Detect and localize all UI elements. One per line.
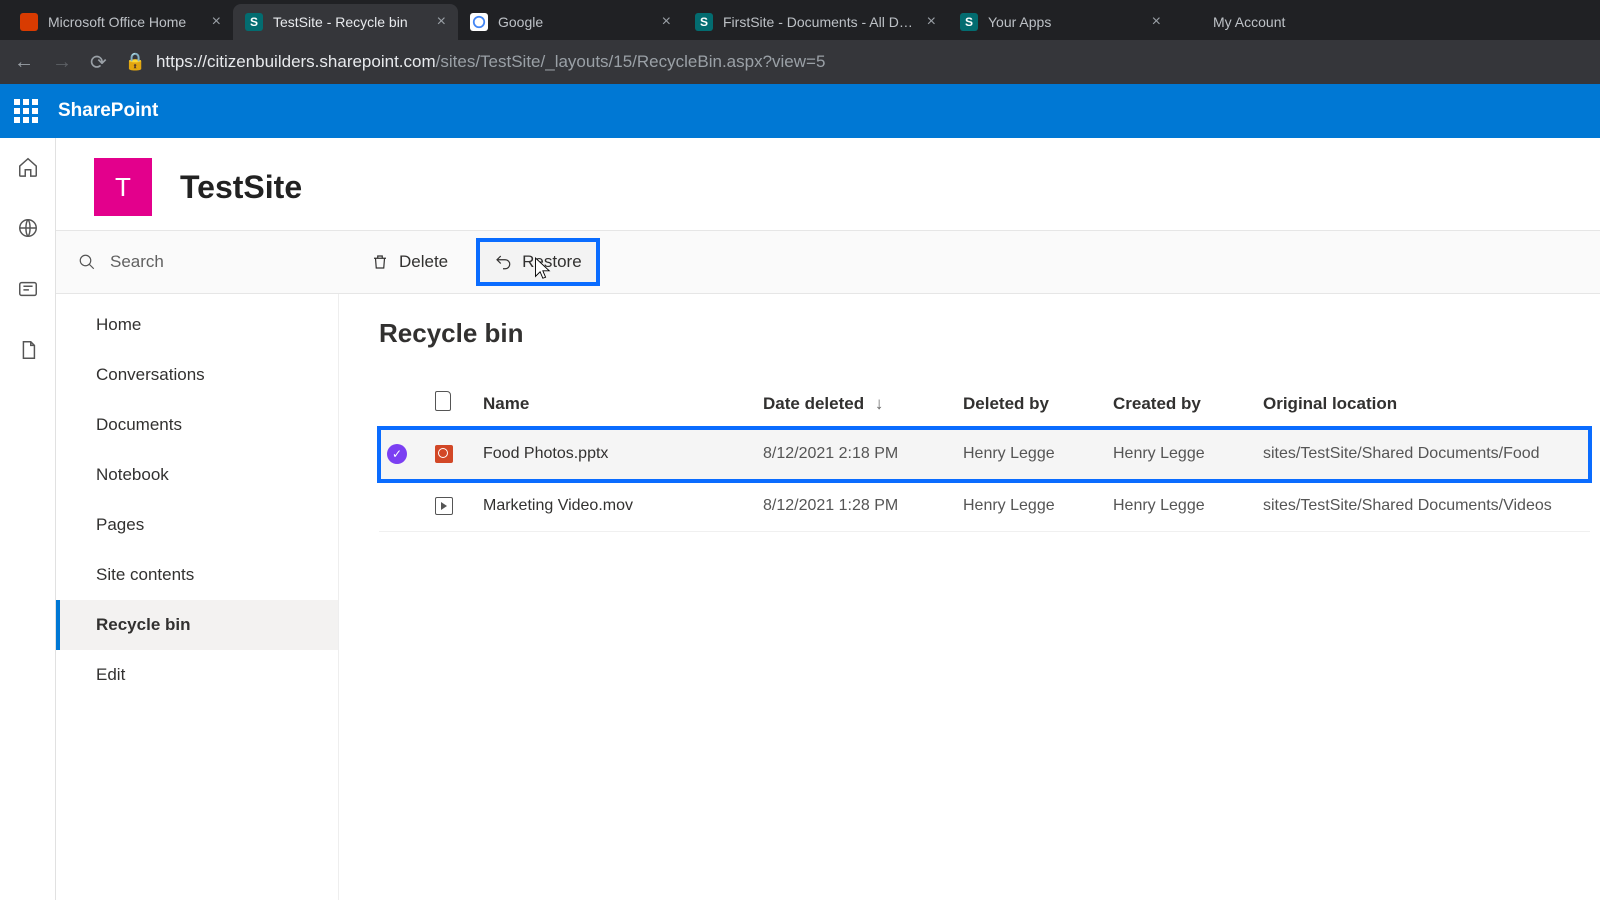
document-icon <box>435 391 451 411</box>
browser-tab[interactable]: S FirstSite - Documents - All Docu × <box>683 4 948 40</box>
reload-button[interactable]: ⟳ <box>90 50 107 75</box>
browser-tab[interactable]: S Your Apps × <box>948 4 1173 40</box>
close-icon[interactable]: × <box>437 13 446 31</box>
close-icon[interactable]: × <box>927 13 936 31</box>
office-icon <box>20 13 38 31</box>
app-rail <box>0 138 56 900</box>
recycle-bin-table: Name Date deleted ↓ Deleted by Created b… <box>379 379 1590 532</box>
cell-original-location: sites/TestSite/Shared Documents/Food <box>1255 428 1590 481</box>
nav-recycle-bin[interactable]: Recycle bin <box>56 600 338 650</box>
tab-title: Google <box>498 14 652 30</box>
site-logo[interactable]: T <box>94 158 152 216</box>
home-icon[interactable] <box>17 156 39 183</box>
sort-desc-icon: ↓ <box>875 394 884 413</box>
suite-header: SharePoint <box>0 84 1600 138</box>
url-path: /sites/TestSite/_layouts/15/RecycleBin.a… <box>436 52 826 71</box>
lock-icon: 🔒 <box>125 52 146 72</box>
cell-deleted-by: Henry Legge <box>955 481 1105 532</box>
nav-notebook[interactable]: Notebook <box>56 450 338 500</box>
col-date-deleted-label: Date deleted <box>763 394 864 413</box>
restore-label: Restore <box>522 252 582 272</box>
nav-conversations[interactable]: Conversations <box>56 350 338 400</box>
browser-tab[interactable]: My Account <box>1173 4 1333 40</box>
cell-created-by: Henry Legge <box>1105 428 1255 481</box>
nav-documents[interactable]: Documents <box>56 400 338 450</box>
nav-pages[interactable]: Pages <box>56 500 338 550</box>
browser-toolbar: ← → ⟳ 🔒 https://citizenbuilders.sharepoi… <box>0 40 1600 84</box>
browser-tab[interactable]: Microsoft Office Home × <box>8 4 233 40</box>
close-icon[interactable]: × <box>662 13 671 31</box>
address-bar[interactable]: 🔒 https://citizenbuilders.sharepoint.com… <box>125 52 1586 72</box>
command-row: Search Delete Restore <box>56 230 1600 294</box>
nav-edit[interactable]: Edit <box>56 650 338 700</box>
col-date-deleted[interactable]: Date deleted ↓ <box>755 379 955 428</box>
microsoft-icon <box>1185 13 1203 31</box>
sharepoint-icon: S <box>695 13 713 31</box>
video-icon <box>435 497 453 515</box>
cell-date-deleted: 8/12/2021 1:28 PM <box>755 481 955 532</box>
site-title[interactable]: TestSite <box>180 169 302 206</box>
site-nav: Home Conversations Documents Notebook Pa… <box>56 294 339 900</box>
browser-tab[interactable]: Google × <box>458 4 683 40</box>
table-row[interactable]: ✓ Food Photos.pptx 8/12/2021 2:18 PM Hen… <box>379 428 1590 481</box>
delete-label: Delete <box>399 252 448 272</box>
cell-deleted-by: Henry Legge <box>955 428 1105 481</box>
suite-name[interactable]: SharePoint <box>58 100 158 122</box>
table-row[interactable]: Marketing Video.mov 8/12/2021 1:28 PM He… <box>379 481 1590 532</box>
search-box[interactable]: Search <box>56 231 339 293</box>
selected-check-icon[interactable]: ✓ <box>387 444 407 464</box>
url-host: https://citizenbuilders.sharepoint.com <box>156 52 436 71</box>
close-icon[interactable]: × <box>212 13 221 31</box>
col-name[interactable]: Name <box>475 379 755 428</box>
powerpoint-icon <box>435 445 453 463</box>
browser-tab-active[interactable]: S TestSite - Recycle bin × <box>233 4 458 40</box>
google-icon <box>470 13 488 31</box>
tab-title: My Account <box>1213 14 1321 30</box>
col-deleted-by[interactable]: Deleted by <box>955 379 1105 428</box>
back-button[interactable]: ← <box>14 51 34 74</box>
delete-button[interactable]: Delete <box>357 242 462 282</box>
trash-icon <box>371 253 389 271</box>
tab-title: TestSite - Recycle bin <box>273 14 427 30</box>
col-original-location[interactable]: Original location <box>1255 379 1590 428</box>
news-icon[interactable] <box>17 278 39 305</box>
main-content: Recycle bin Name Date deleted ↓ Deleted … <box>339 294 1600 900</box>
tab-title: Your Apps <box>988 14 1142 30</box>
command-bar: Delete Restore <box>339 231 1600 293</box>
file-icon[interactable] <box>17 339 39 366</box>
cell-original-location: sites/TestSite/Shared Documents/Videos <box>1255 481 1590 532</box>
browser-tab-strip: Microsoft Office Home × S TestSite - Rec… <box>0 0 1600 40</box>
app-launcher-icon[interactable] <box>14 99 38 123</box>
search-icon <box>78 253 96 271</box>
cell-created-by: Henry Legge <box>1105 481 1255 532</box>
cell-name: Marketing Video.mov <box>475 481 755 532</box>
nav-home[interactable]: Home <box>56 300 338 350</box>
search-placeholder: Search <box>110 252 164 272</box>
cell-name: Food Photos.pptx <box>475 428 755 481</box>
page-title: Recycle bin <box>379 318 1590 349</box>
nav-site-contents[interactable]: Site contents <box>56 550 338 600</box>
globe-icon[interactable] <box>17 217 39 244</box>
close-icon[interactable]: × <box>1152 13 1161 31</box>
sharepoint-icon: S <box>245 13 263 31</box>
forward-button[interactable]: → <box>52 51 72 74</box>
restore-button[interactable]: Restore <box>476 238 600 286</box>
sharepoint-icon: S <box>960 13 978 31</box>
tab-title: FirstSite - Documents - All Docu <box>723 14 917 30</box>
undo-icon <box>494 253 512 271</box>
cell-date-deleted: 8/12/2021 2:18 PM <box>755 428 955 481</box>
table-header-row: Name Date deleted ↓ Deleted by Created b… <box>379 379 1590 428</box>
col-created-by[interactable]: Created by <box>1105 379 1255 428</box>
tab-title: Microsoft Office Home <box>48 14 202 30</box>
site-header: T TestSite <box>56 138 1600 230</box>
